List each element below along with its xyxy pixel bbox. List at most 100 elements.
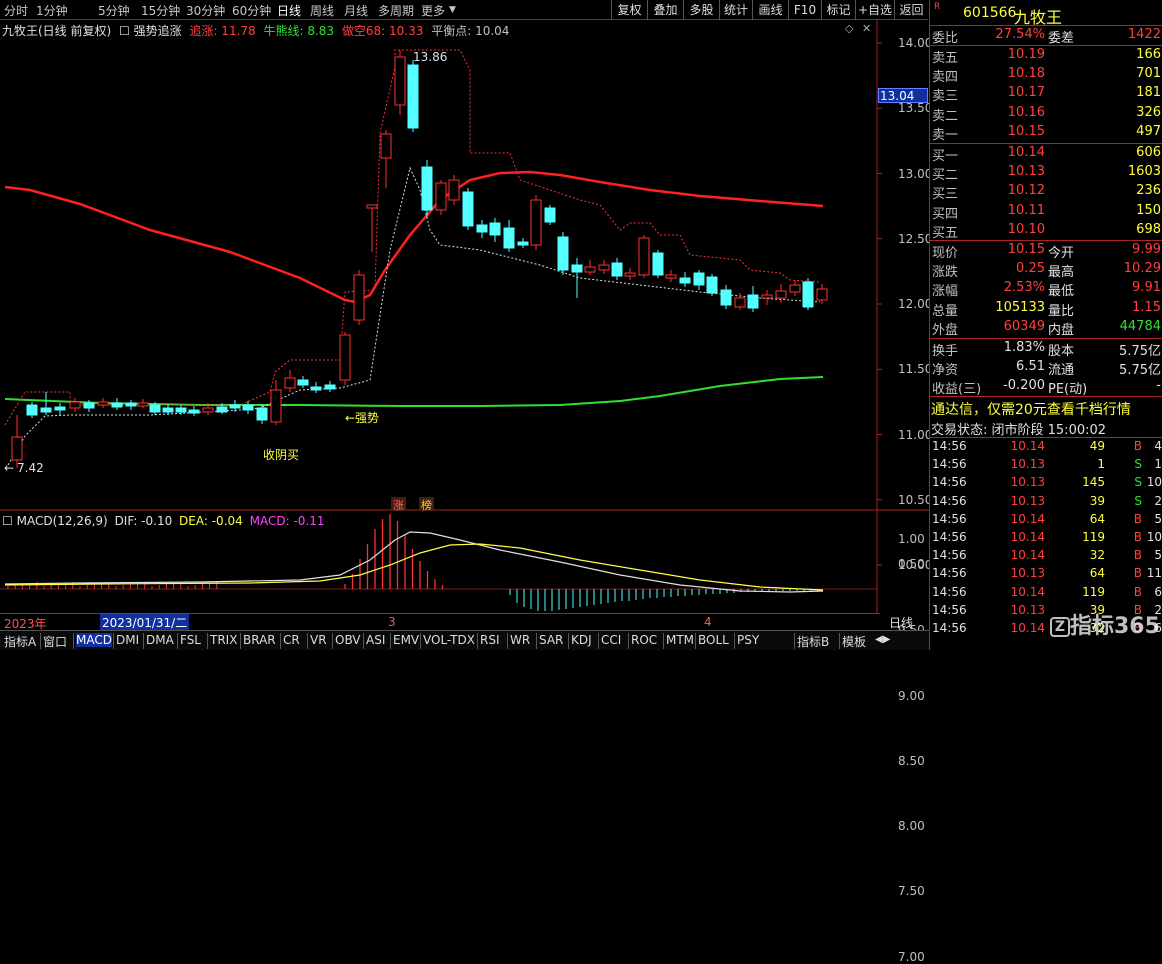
fuquan-button[interactable]: 复权 (611, 0, 647, 20)
indicator-tab-roc[interactable]: ROC (631, 633, 657, 647)
indicator-tab-kdj[interactable]: KDJ (571, 633, 592, 647)
indicator-tab-asi[interactable]: ASI (366, 633, 385, 647)
indicator-tab-b[interactable]: 指标B (797, 633, 829, 650)
candle-body (448, 179, 460, 201)
tab-divider (839, 633, 840, 649)
stat-row: 涨跌 0.25 最高 10.29 (930, 260, 1162, 281)
candle-body (530, 199, 542, 246)
period-tab-more[interactable]: 更多 (421, 2, 445, 19)
statistics-button[interactable]: 统计 (719, 0, 752, 20)
bid-volume: 150 (1136, 202, 1161, 218)
ask-label: 卖一 (932, 127, 959, 143)
period-tab-60min[interactable]: 60分钟 (232, 2, 271, 19)
indicator-tab-cci[interactable]: CCI (601, 633, 621, 647)
macd-title[interactable]: MACD(12,26,9) (17, 514, 108, 528)
ranking-badge[interactable]: 榜 (419, 497, 434, 512)
period-tab-fenshi[interactable]: 分时 (4, 2, 28, 19)
ask-label: 卖五 (932, 51, 959, 66)
price-tick-label: 11.50 (898, 362, 933, 377)
candle-body (324, 384, 336, 390)
period-tab-monthly[interactable]: 月线 (344, 2, 368, 19)
ask-row: 卖一 10.15 497 (930, 123, 1162, 143)
stat-value: 0.25 (1016, 261, 1045, 277)
tick-price: 10.14 (1010, 621, 1045, 635)
tick-direction: B (1133, 511, 1142, 526)
candle-body (407, 64, 419, 129)
stat-label: 外盘 (932, 322, 959, 338)
indicator-tab-a[interactable]: 指标A (4, 633, 36, 650)
tick-direction: B (1133, 584, 1142, 599)
tab-divider (177, 633, 178, 649)
stat-label: 量比 (1048, 303, 1075, 319)
period-tab-30min[interactable]: 30分钟 (186, 2, 225, 19)
indicator-tab-cr[interactable]: CR (283, 633, 300, 647)
ad-banner[interactable]: 通达信，仅需20元查看千档行情 (930, 398, 1162, 418)
candle-body (83, 402, 95, 409)
period-tab-5min[interactable]: 5分钟 (98, 2, 130, 19)
period-tab-daily[interactable]: 日线 (277, 2, 301, 19)
indicator-tab-wr[interactable]: WR (510, 633, 530, 647)
back-button[interactable]: 返回 (894, 0, 928, 20)
stat2-row: 收益(三) -0.200 PE(动) - (930, 377, 1162, 397)
period-tab-15min[interactable]: 15分钟 (141, 2, 180, 19)
tab-divider (734, 633, 735, 649)
tick-volume: 64 (1089, 566, 1105, 581)
indicator-tab-macd[interactable]: MACD (76, 633, 112, 647)
tick-volume: 49 (1089, 439, 1105, 453)
bid-price: 10.10 (1007, 221, 1045, 237)
stat-label: 涨跌 (932, 265, 959, 281)
indicator-tab-rsi[interactable]: RSI (480, 633, 500, 647)
period-tab-1min[interactable]: 1分钟 (36, 2, 68, 19)
indicator-tab-vr[interactable]: VR (310, 633, 327, 647)
price-tick-label: 12.00 (898, 297, 933, 311)
limit-up-badge[interactable]: 涨 (391, 497, 406, 512)
tick-row: 14:56 10.13 145 S 10 (930, 474, 1162, 492)
indicator-tab-sar[interactable]: SAR (539, 633, 563, 647)
tab-divider (390, 633, 391, 649)
add-favorite-button[interactable]: +自选 (855, 0, 894, 20)
scroll-arrows-icon[interactable]: ◀▶ (875, 634, 890, 645)
indicator-tab-mtm[interactable]: MTM (666, 633, 694, 647)
ask-volume: 166 (1136, 47, 1161, 62)
indicator-tab-dma[interactable]: DMA (146, 633, 174, 647)
indicator-tab-[interactable]: 窗口 (43, 633, 67, 650)
ask-label: 卖二 (932, 108, 959, 124)
indicator-tab-fsl[interactable]: FSL (180, 633, 201, 647)
tick-direction: S (1134, 457, 1142, 472)
candle-body (11, 436, 23, 461)
stat-label: 最低 (1048, 284, 1075, 300)
ask-price: 10.15 (1007, 123, 1045, 139)
indicator-tab-boll[interactable]: BOLL (698, 633, 729, 647)
candle-body (652, 252, 664, 276)
indicator-tab-psy[interactable]: PSY (737, 633, 759, 647)
more-dropdown-icon[interactable]: ▼ (449, 5, 456, 15)
period-label: 日线 (889, 616, 914, 630)
mark-button[interactable]: 标记 (821, 0, 855, 20)
balance-line (7, 166, 821, 466)
f10-button[interactable]: F10 (788, 0, 821, 20)
multi-stock-button[interactable]: 多股 (683, 0, 719, 20)
overlay-button[interactable]: 叠加 (647, 0, 683, 20)
indicator-tab-dmi[interactable]: DMI (116, 633, 139, 647)
indicator-tab-trix[interactable]: TRIX (210, 633, 237, 647)
candle-body (69, 401, 81, 409)
period-tab-multi[interactable]: 多周期 (378, 2, 414, 19)
candle-body (693, 272, 705, 286)
indicator-tab-brar[interactable]: BRAR (243, 633, 276, 647)
tick-price: 10.14 (1010, 584, 1045, 599)
macd-collapse-icon[interactable]: ☐ (2, 514, 13, 528)
tick-time: 14:56 (932, 475, 967, 490)
bid-volume: 236 (1136, 183, 1161, 199)
price-tick-label: 8.00 (898, 819, 925, 833)
low-label-arrow: ← (4, 461, 15, 475)
tick-count: 1 (1154, 457, 1162, 472)
draw-line-button[interactable]: 画线 (752, 0, 788, 20)
period-tab-weekly[interactable]: 周线 (310, 2, 334, 19)
indicator-tab-obv[interactable]: OBV (335, 633, 361, 647)
stat-row: 总量 105133 量比 1.15 (930, 299, 1162, 319)
indicator-tab-emv[interactable]: EMV (393, 633, 419, 647)
indicator-tab-voltdx[interactable]: VOL-TDX (423, 633, 475, 647)
ask-volume: 497 (1136, 123, 1161, 139)
ask-volume: 701 (1136, 66, 1161, 82)
indicator-tab-[interactable]: 模板 (842, 633, 866, 650)
